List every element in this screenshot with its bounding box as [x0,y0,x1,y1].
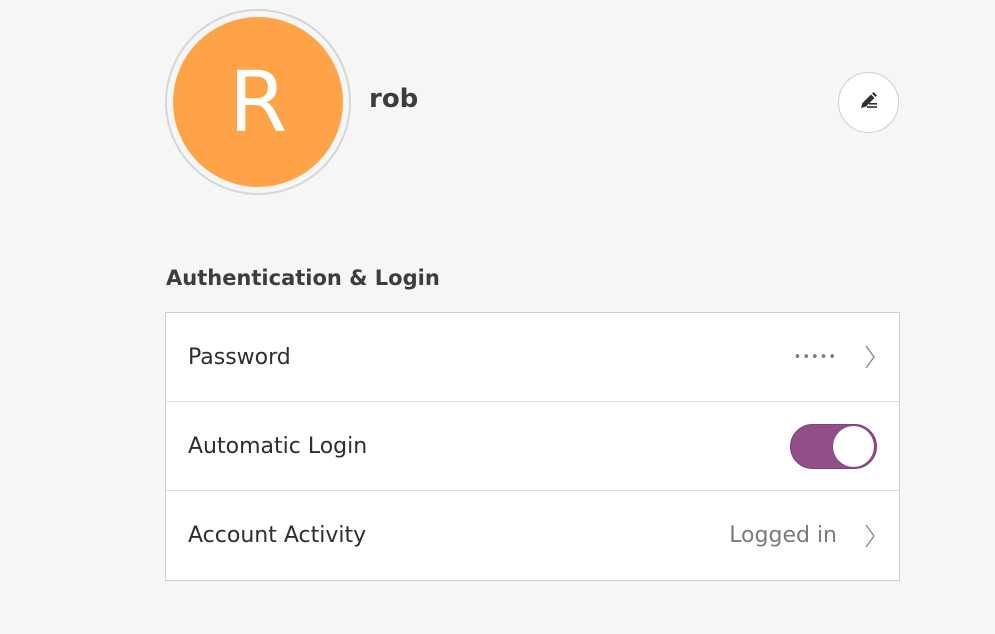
toggle-knob [833,425,874,467]
auth-list: Password ••••• Automatic Login Account A… [165,312,900,581]
edit-pencil-icon [858,90,880,116]
automatic-login-label: Automatic Login [188,433,368,459]
avatar-ring[interactable]: R [165,9,351,195]
password-value: ••••• [793,349,837,365]
password-row[interactable]: Password ••••• [166,313,899,402]
avatar[interactable]: R [173,17,343,187]
password-label: Password [188,344,291,370]
chevron-right-icon [863,344,877,370]
section-title-authentication: Authentication & Login [166,266,440,290]
account-activity-value: Logged in [729,523,837,548]
avatar-letter: R [228,53,288,151]
account-activity-row[interactable]: Account Activity Logged in [166,491,899,580]
account-activity-label: Account Activity [188,523,367,548]
automatic-login-row: Automatic Login [166,402,899,491]
edit-button[interactable] [838,72,899,133]
automatic-login-toggle[interactable] [790,423,877,469]
user-name: rob [369,84,419,114]
chevron-right-icon [863,523,877,549]
